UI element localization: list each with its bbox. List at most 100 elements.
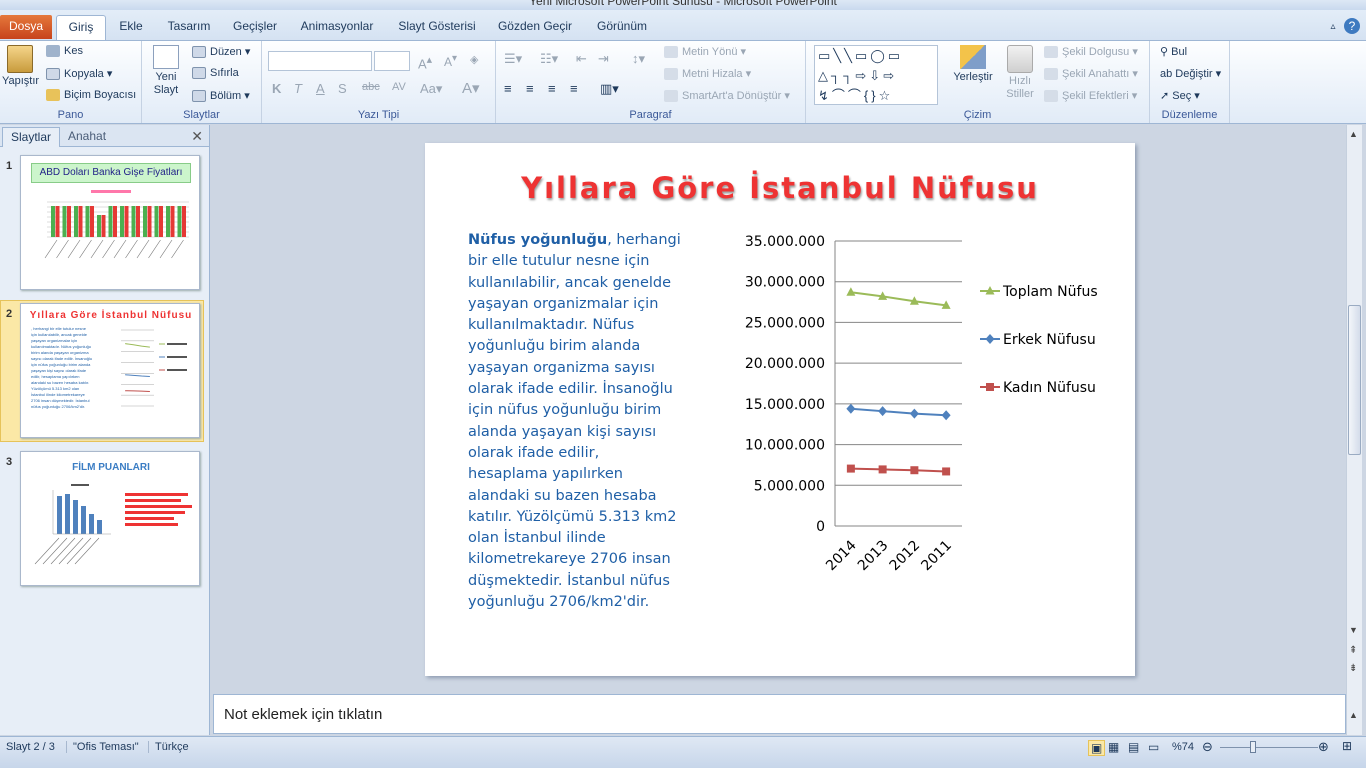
justify-icon[interactable]: ≡ [570, 81, 578, 96]
help-icon[interactable]: ? [1344, 18, 1360, 34]
tab-review[interactable]: Gözden Geçir [494, 15, 576, 40]
vertical-scrollbar[interactable]: ▲ ▼ ⇞ ⇟ ▲ [1346, 125, 1362, 735]
align-right-icon[interactable]: ≡ [548, 81, 556, 96]
next-slide-icon[interactable]: ⇟ [1349, 663, 1357, 674]
new-slide-button[interactable]: Yeni Slayt [148, 45, 184, 97]
prev-slide-icon[interactable]: ⇞ [1349, 645, 1357, 656]
notes-pane[interactable]: Not eklemek için tıklatın [213, 694, 1346, 734]
thumb-bar [85, 206, 90, 237]
find-button[interactable]: ⚲ Bul [1160, 45, 1187, 58]
tab-home[interactable]: Giriş [56, 15, 106, 41]
shape-fill-button[interactable]: Şekil Dolgusu ▾ [1044, 45, 1138, 59]
slide-sorter-icon[interactable]: ▦ [1108, 740, 1119, 754]
copy-button[interactable]: Kopyala ▾ [46, 67, 112, 81]
y-tick-label: 25.000.000 [745, 315, 825, 331]
tab-file[interactable]: Dosya [0, 15, 52, 39]
language[interactable]: Türkçe [148, 741, 189, 753]
minimize-ribbon-icon[interactable]: ▵ [1326, 15, 1340, 40]
zoom-slider[interactable] [1220, 747, 1318, 748]
scroll-up-icon[interactable]: ▲ [1349, 129, 1358, 139]
tab-transitions[interactable]: Geçişler [226, 15, 284, 40]
population-chart[interactable]: 0 5.000.000 10.000.000 15.000.000 20.000.000… [725, 223, 1125, 583]
clear-format-icon[interactable]: ◈ [470, 53, 478, 66]
slide[interactable]: Yıllara Göre İstanbul Nüfusu Nüfus yoğun… [425, 143, 1135, 676]
quick-styles-button[interactable]: Hızlı Stiller [1000, 45, 1040, 101]
thumb-x-label [67, 239, 81, 259]
pen-icon [1044, 68, 1058, 81]
shadow-button[interactable]: S [338, 81, 347, 96]
shape-effects-button[interactable]: Şekil Efektleri ▾ [1044, 89, 1137, 103]
zoom-in-icon[interactable]: ⊕ [1318, 739, 1329, 755]
spacing-button[interactable]: AV [392, 81, 406, 93]
close-icon[interactable]: ✕ [191, 128, 203, 145]
select-button[interactable]: ➚ Seç ▾ [1160, 89, 1200, 102]
theme-name[interactable]: "Ofis Teması" [66, 741, 139, 753]
align-center-icon[interactable]: ≡ [526, 81, 534, 96]
slide-title[interactable]: Yıllara Göre İstanbul Nüfusu [425, 171, 1135, 205]
slide-thumbnail-1[interactable]: ABD Doları Banka Gişe Fiyatları [20, 155, 200, 290]
line-spacing-icon[interactable]: ↕▾ [632, 51, 645, 67]
replace-icon: ab [1160, 68, 1176, 80]
font-size-input[interactable] [374, 51, 410, 71]
slide-body-text[interactable]: Nüfus yoğunluğu, herhangi bir elle tutul… [468, 230, 683, 613]
tab-slides[interactable]: Slaytlar [2, 127, 61, 147]
numbering-icon[interactable]: ☷▾ [540, 51, 558, 67]
slide-thumbnail-3[interactable]: FİLM PUANLARI [20, 451, 200, 586]
thumb-chart-1 [44, 190, 189, 259]
zoom-level[interactable]: %74 [1172, 741, 1194, 753]
grow-font-button[interactable]: A▴ [418, 53, 432, 71]
smartart-button[interactable]: SmartArt'a Dönüştür ▾ [664, 89, 790, 103]
format-painter-button[interactable]: Biçim Boyacısı [46, 89, 136, 102]
replace-button[interactable]: ab Değiştir ▾ [1160, 67, 1221, 80]
section-button[interactable]: Bölüm ▾ [192, 89, 250, 103]
shape-effects-label: Şekil Efektleri [1062, 90, 1129, 102]
normal-view-icon[interactable]: ▣ [1088, 740, 1106, 756]
thumb-bar [108, 206, 113, 237]
change-case-button[interactable]: Aa▾ [420, 81, 442, 97]
text-direction-button[interactable]: Metin Yönü ▾ [664, 45, 746, 59]
italic-button[interactable]: T [294, 81, 302, 96]
scroll-down-icon[interactable]: ▼ [1349, 625, 1358, 635]
align-left-icon[interactable]: ≡ [504, 81, 512, 96]
tab-slideshow[interactable]: Slayt Gösterisi [390, 15, 484, 40]
arrange-button[interactable]: Yerleştir [950, 45, 996, 84]
paste-button[interactable]: Yapıştır [2, 45, 39, 88]
y-tick-label: 5.000.000 [754, 478, 825, 494]
zoom-out-icon[interactable]: ⊖ [1202, 739, 1213, 755]
fit-window-icon[interactable]: ⊞ [1342, 739, 1352, 753]
tab-view[interactable]: Görünüm [588, 15, 656, 40]
decrease-indent-icon[interactable]: ⇤ [576, 51, 587, 67]
strikethrough-button[interactable]: abc [362, 81, 380, 93]
notes-scroll-up-icon[interactable]: ▲ [1349, 710, 1358, 720]
slideshow-icon[interactable]: ▭ [1148, 740, 1159, 754]
shrink-font-button[interactable]: A▾ [444, 53, 457, 69]
underline-button[interactable]: A [316, 81, 325, 96]
shape-outline-button[interactable]: Şekil Anahattı ▾ [1044, 67, 1138, 81]
bullets-icon[interactable]: ☰▾ [504, 51, 522, 67]
thumb-chart-title [71, 484, 89, 486]
tab-animations[interactable]: Animasyonlar [294, 15, 380, 40]
increase-indent-icon[interactable]: ⇥ [598, 51, 609, 67]
columns-icon[interactable]: ▥▾ [600, 81, 619, 97]
font-name-input[interactable] [268, 51, 372, 71]
scroll-thumb[interactable] [1348, 305, 1361, 455]
bold-button[interactable]: K [272, 81, 281, 96]
tab-design[interactable]: Tasarım [160, 15, 218, 40]
tab-outline[interactable]: Anahat [60, 127, 114, 147]
cut-button[interactable]: Kes [46, 45, 83, 58]
shapes-gallery[interactable]: ▭╲╲▭◯▭ △┐┐⇨⇩⇨ ↯⌒⌒{}☆ [814, 45, 938, 105]
quick-styles-icon [1007, 45, 1033, 73]
x-tick-label: 2011 [918, 538, 955, 575]
thumb-bar [159, 206, 163, 237]
reading-view-icon[interactable]: ▤ [1128, 740, 1139, 754]
tab-insert[interactable]: Ekle [112, 15, 150, 40]
slide-thumbnail-2[interactable]: Yıllara Göre İstanbul Nüfusu , herhangi … [20, 303, 200, 438]
reset-button[interactable]: Sıfırla [192, 67, 239, 80]
align-text-button[interactable]: Metni Hizala ▾ [664, 67, 751, 81]
reset-label: Sıfırla [210, 67, 239, 79]
font-color-button[interactable]: A▾ [462, 79, 480, 97]
layout-button[interactable]: Düzen ▾ [192, 45, 250, 59]
x-tick-label: 2012 [887, 538, 924, 575]
thumb-bar [62, 206, 67, 237]
zoom-slider-thumb[interactable] [1250, 741, 1256, 753]
